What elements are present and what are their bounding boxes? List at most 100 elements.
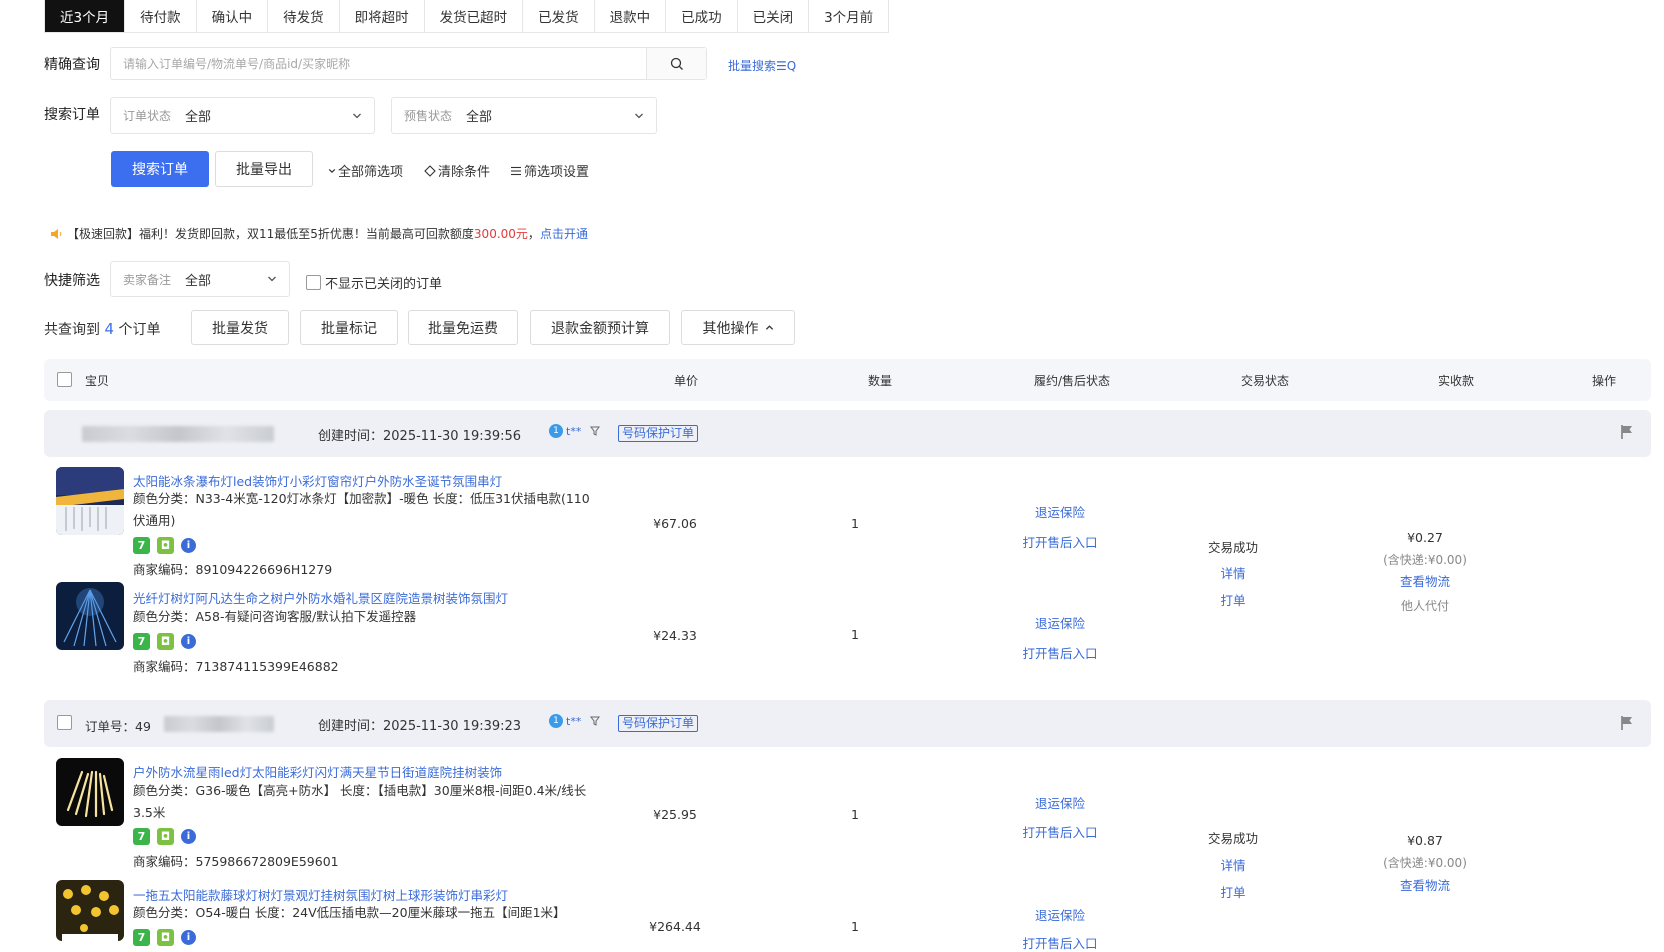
search-orders-button[interactable]: 搜索订单: [111, 151, 209, 187]
refund-estimate-button[interactable]: 退款金额预计算: [530, 310, 670, 345]
info-icon[interactable]: i: [181, 538, 196, 553]
seller-remark-select[interactable]: 卖家备注 全部: [110, 261, 290, 297]
order-checkbox[interactable]: [57, 715, 72, 730]
service-badges: 7 ◘ i: [133, 929, 196, 946]
order-status-label: 订单状态: [123, 109, 172, 123]
presale-status-value: 全部: [466, 110, 493, 125]
hide-closed-checkbox[interactable]: [306, 275, 321, 290]
presale-status-select[interactable]: 预售状态 全部: [391, 97, 657, 134]
print-order-link[interactable]: 打单: [1193, 882, 1273, 901]
promo-notice: 【极速回款】福利！发货即回款，双11最低至5折优惠！当前最高可回款额度 300.…: [50, 225, 588, 242]
bulk-ship-button[interactable]: 批量发货: [191, 310, 289, 345]
flag-icon[interactable]: [1620, 424, 1634, 440]
return-insurance-link[interactable]: 退运保险: [1010, 793, 1110, 812]
tab-succeeded[interactable]: 已成功: [666, 0, 738, 32]
unit-price: ¥24.33: [653, 628, 697, 643]
after-sale-entry-link[interactable]: 打开售后入口: [1010, 822, 1110, 841]
th-trade-status: 交易状态: [1241, 374, 1290, 388]
flag-icon[interactable]: [1620, 715, 1634, 731]
created-time: 创建时间：2025-11-30 19:39:23: [318, 719, 522, 734]
product-title-link[interactable]: 光纤灯树灯阿凡达生命之树户外防水婚礼景区庭院造景树装饰氛围灯: [133, 588, 508, 607]
product-image[interactable]: [56, 880, 124, 941]
seven-day-return-icon: 7: [133, 537, 150, 554]
after-sale-entry-link[interactable]: 打开售后入口: [1010, 532, 1110, 551]
view-logistics-link[interactable]: 查看物流: [1375, 875, 1475, 894]
notice-text: 【极速回款】福利！发货即回款，双11最低至5折优惠！当前最高可回款额度: [67, 227, 474, 241]
notice-enable-link[interactable]: 点击开通: [540, 225, 588, 242]
trade-status: 交易成功: [1207, 540, 1258, 555]
chevron-down-icon: [328, 168, 336, 173]
result-count: 共查询到 4 个订单: [44, 319, 160, 339]
select-all-checkbox[interactable]: [57, 372, 72, 387]
info-icon[interactable]: i: [181, 634, 196, 649]
buyer-nick: t**: [566, 714, 582, 728]
tab-about-to-timeout[interactable]: 即将超时: [340, 0, 425, 32]
buyer-info[interactable]: 1 t**: [549, 714, 601, 728]
view-logistics-link[interactable]: 查看物流: [1375, 571, 1475, 590]
trade-status: 交易成功: [1207, 831, 1258, 846]
received-amount: ¥0.27: [1407, 530, 1443, 545]
merchant-code: 商家编码：575986672809E59601: [133, 854, 339, 869]
merchant-code: 商家编码：713874115399E46882: [133, 659, 339, 674]
notice-comma: ，: [527, 227, 540, 241]
tab-pending-payment[interactable]: 待付款: [125, 0, 197, 32]
number-protection-tag: 号码保护订单: [618, 715, 699, 732]
order-detail-link[interactable]: 详情: [1193, 563, 1273, 582]
filter-settings-button[interactable]: 筛选项设置: [510, 161, 589, 180]
tab-confirming[interactable]: 确认中: [197, 0, 269, 32]
search-button[interactable]: [646, 48, 706, 79]
product-title-link[interactable]: 户外防水流星雨led灯太阳能彩灯闪灯满天星节日街道庭院挂树装饰: [133, 762, 502, 781]
clear-conditions-button[interactable]: 清除条件: [424, 161, 490, 180]
product-image[interactable]: [56, 467, 124, 535]
return-insurance-link[interactable]: 退运保险: [1010, 502, 1110, 521]
result-count-suffix: 个订单: [118, 322, 161, 338]
tab-to-ship[interactable]: 待发货: [268, 0, 340, 32]
number-protection-tag: 号码保护订单: [618, 425, 699, 442]
search-input[interactable]: [111, 48, 646, 79]
masked-order-number: [164, 716, 274, 732]
tab-refunding[interactable]: 退款中: [595, 0, 667, 32]
order-header: 订单号：49 创建时间：2025-11-30 19:39:23 1 t** 号码…: [44, 700, 1651, 747]
tab-closed[interactable]: 已关闭: [738, 0, 810, 32]
hide-closed-option[interactable]: 不显示已关闭的订单: [306, 273, 442, 292]
shipping-fee: (含快递:¥0.00): [1383, 856, 1467, 870]
filter-icon: [590, 426, 601, 436]
chevron-down-icon: [268, 276, 276, 282]
guarantee-icon: ◘: [157, 828, 174, 845]
tab-recent-3-months[interactable]: 近3个月: [45, 0, 126, 32]
product-image[interactable]: [56, 582, 124, 650]
guarantee-icon: ◘: [157, 633, 174, 650]
return-insurance-link[interactable]: 退运保险: [1010, 613, 1110, 632]
bulk-mark-button[interactable]: 批量标记: [300, 310, 398, 345]
tab-3-months-ago[interactable]: 3个月前: [809, 0, 888, 32]
unit-price: ¥264.44: [649, 919, 701, 934]
filter-settings-label: 筛选项设置: [524, 165, 590, 180]
tab-shipped[interactable]: 已发货: [523, 0, 595, 32]
th-item: 宝贝: [85, 374, 110, 388]
info-icon[interactable]: i: [181, 930, 196, 945]
other-actions-button[interactable]: 其他操作: [681, 310, 795, 345]
quantity: 1: [851, 516, 859, 531]
product-image[interactable]: [56, 758, 124, 826]
service-badges: 7 ◘ i: [133, 828, 196, 845]
export-button[interactable]: 批量导出: [215, 151, 313, 187]
order-header: 创建时间：2025-11-30 19:39:56 1 t** 号码保护订单: [44, 410, 1651, 457]
seven-day-return-icon: 7: [133, 633, 150, 650]
tab-shipping-overdue[interactable]: 发货已超时: [425, 0, 524, 32]
all-filters-toggle[interactable]: 全部筛选项: [328, 161, 403, 180]
created-time: 创建时间：2025-11-30 19:39:56: [318, 429, 522, 444]
result-count-number: 4: [104, 320, 114, 338]
seller-remark-value: 全部: [185, 273, 212, 289]
buyer-nick: t**: [566, 424, 582, 438]
after-sale-entry-link[interactable]: 打开售后入口: [1010, 643, 1110, 662]
batch-search-link[interactable]: 批量搜索☰Q: [728, 57, 796, 74]
return-insurance-link[interactable]: 退运保险: [1010, 905, 1110, 924]
buyer-info[interactable]: 1 t**: [549, 424, 601, 438]
info-icon[interactable]: i: [181, 829, 196, 844]
received-amount: ¥0.87: [1407, 833, 1443, 848]
bulk-free-shipping-button[interactable]: 批量免运费: [408, 310, 518, 345]
order-status-select[interactable]: 订单状态 全部: [110, 97, 375, 134]
after-sale-entry-link[interactable]: 打开售后入口: [1010, 933, 1110, 952]
order-detail-link[interactable]: 详情: [1193, 855, 1273, 874]
print-order-link[interactable]: 打单: [1193, 590, 1273, 609]
